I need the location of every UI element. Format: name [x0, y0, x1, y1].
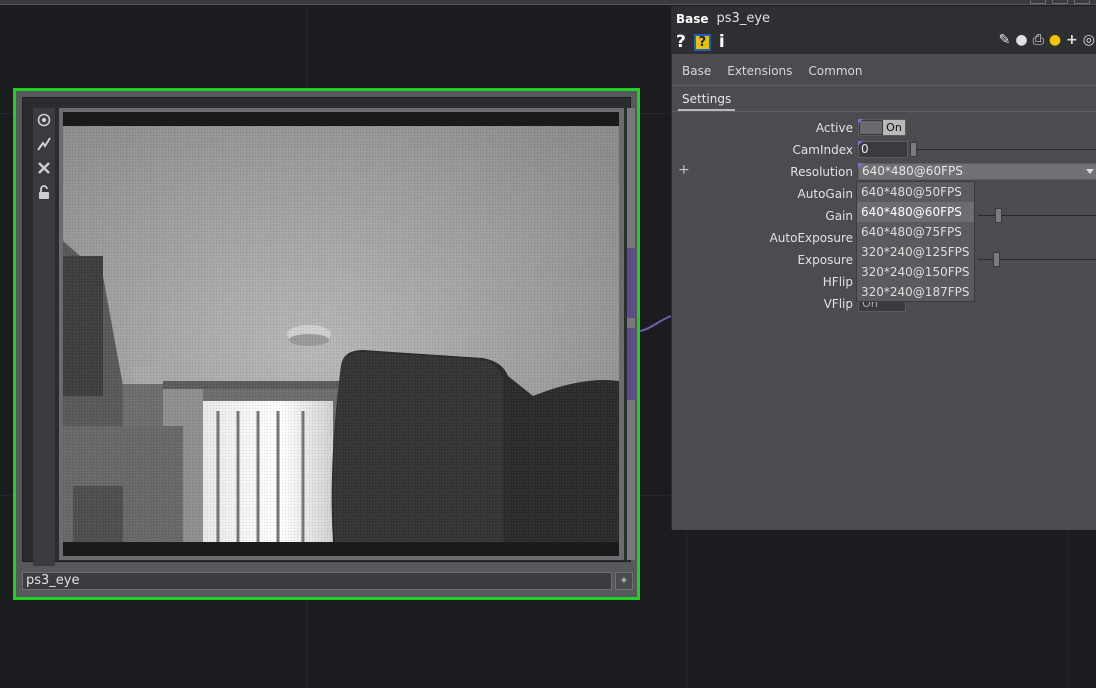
op-name-label[interactable]: ps3_eye: [717, 11, 771, 26]
exposure-slider-handle[interactable]: [993, 252, 1000, 267]
toggle-value: On: [883, 120, 905, 135]
chevron-down-icon[interactable]: [1086, 169, 1094, 174]
add-icon[interactable]: +: [678, 162, 690, 178]
close-icon[interactable]: [33, 156, 55, 180]
param-label: AutoExposure: [769, 231, 853, 245]
param-label: Resolution: [790, 165, 853, 179]
window-button[interactable]: [1030, 0, 1046, 4]
top-bar: [0, 0, 1096, 5]
param-label: Active: [815, 121, 853, 135]
gain-slider-handle[interactable]: [995, 208, 1002, 223]
node-ps3-eye[interactable]: ps3_eye ✦: [13, 88, 640, 600]
dropdown-option-selected[interactable]: 640*480@60FPS: [857, 202, 974, 222]
dropdown-option[interactable]: 320*240@187FPS: [857, 282, 974, 302]
param-camindex: CamIndex 0: [672, 140, 1096, 160]
python-icon[interactable]: ●: [1049, 32, 1061, 48]
param-resolution: + Resolution 640*480@60FPS: [672, 162, 1096, 182]
dropdown-option[interactable]: 640*480@75FPS: [857, 222, 974, 242]
dropdown-option[interactable]: 320*240@150FPS: [857, 262, 974, 282]
target-icon[interactable]: ◎: [1083, 32, 1095, 48]
tab-settings[interactable]: Settings: [678, 92, 736, 111]
camindex-slider-handle[interactable]: [910, 142, 917, 157]
node-viewer-frame: [22, 97, 635, 566]
tab-base[interactable]: Base: [672, 62, 717, 85]
camindex-slider[interactable]: [912, 149, 1096, 150]
param-label: HFlip: [822, 275, 853, 289]
param-active: Active On: [672, 118, 1096, 138]
python-help-icon[interactable]: ?: [693, 33, 711, 51]
viewer-letterbox-bottom: [63, 542, 619, 556]
param-flag: [858, 163, 863, 168]
node-name-label[interactable]: ps3_eye: [22, 572, 612, 590]
tab-common[interactable]: Common: [798, 62, 868, 85]
camera-feed-image: [63, 126, 619, 542]
node-flag-icon[interactable]: ✦: [615, 572, 633, 590]
scroll-segment[interactable]: [627, 248, 635, 318]
op-type-label: Base: [676, 11, 709, 26]
camera-viewer[interactable]: [59, 108, 624, 560]
dropdown-option[interactable]: 640*480@50FPS: [857, 182, 974, 202]
param-label: CamIndex: [792, 143, 853, 157]
help-icon[interactable]: ?: [676, 32, 686, 52]
info-icon[interactable]: i: [719, 32, 725, 52]
comment-icon[interactable]: ●: [1015, 32, 1027, 48]
tab-extensions[interactable]: Extensions: [717, 62, 798, 85]
lock-icon[interactable]: [33, 180, 55, 204]
pencil-icon[interactable]: ✎: [999, 32, 1011, 48]
dropdown-option[interactable]: 320*240@125FPS: [857, 242, 974, 262]
viewer-active-icon[interactable]: [33, 108, 55, 132]
page-tabs: Base Extensions Common: [672, 62, 1096, 86]
viewer-letterbox-top: [63, 112, 619, 126]
node-output-scrollbar[interactable]: [627, 108, 635, 560]
scroll-segment[interactable]: [627, 328, 635, 400]
clipboard-icon[interactable]: ⎙: [1033, 32, 1044, 48]
panel-header: Base ps3_eye ? ? i ✎ ● ⎙ ● + ◎: [672, 6, 1096, 54]
param-label: VFlip: [823, 297, 853, 311]
param-flag: [858, 119, 863, 124]
camindex-field[interactable]: 0: [858, 141, 908, 158]
resolution-dropdown[interactable]: 640*480@50FPS 640*480@60FPS 640*480@75FP…: [856, 181, 975, 302]
param-label: AutoGain: [797, 187, 853, 201]
active-toggle[interactable]: On: [858, 119, 906, 136]
param-flag: [858, 141, 863, 146]
window-button[interactable]: [1074, 0, 1090, 4]
param-label: Gain: [825, 209, 853, 223]
wire-icon[interactable]: [33, 132, 55, 156]
resolution-menu[interactable]: 640*480@60FPS: [858, 163, 1096, 180]
resolution-value: 640*480@60FPS: [862, 164, 963, 178]
node-toolbar: [33, 108, 55, 566]
plus-icon[interactable]: +: [1066, 32, 1078, 48]
sub-tabs: Settings: [672, 90, 1096, 112]
window-button[interactable]: [1052, 0, 1068, 4]
param-label: Exposure: [797, 253, 853, 267]
